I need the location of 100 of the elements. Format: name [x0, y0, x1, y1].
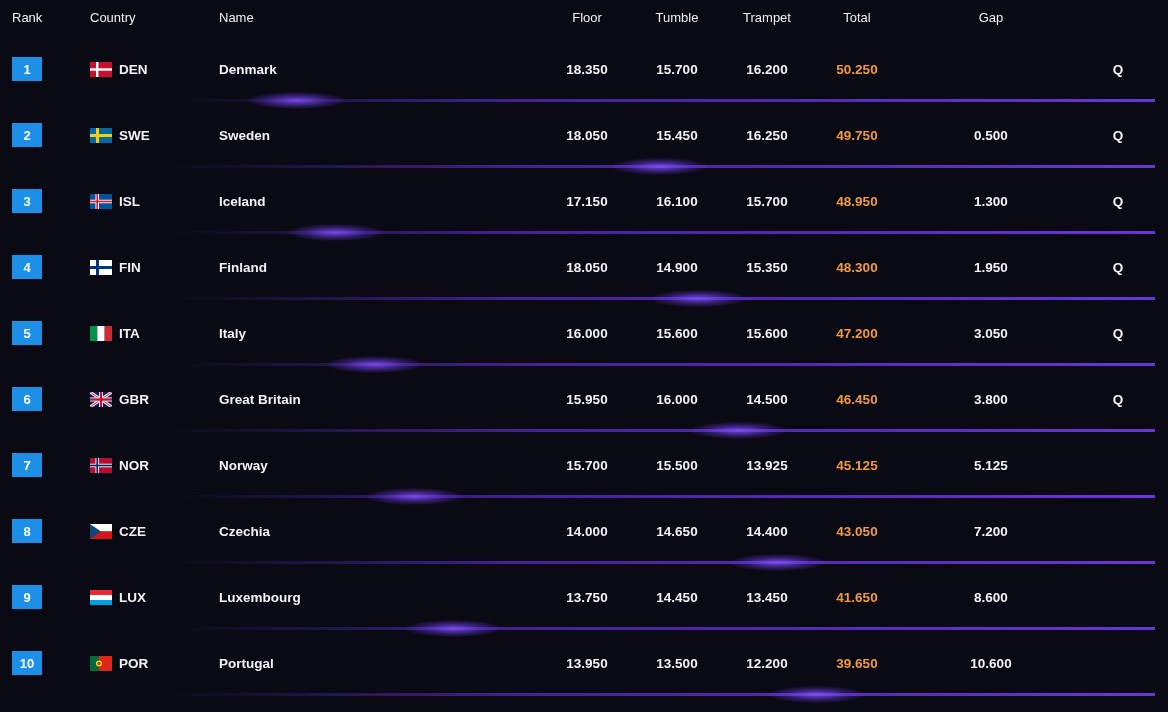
- tumble-score: 14.450: [656, 589, 698, 605]
- tumble-score: 13.500: [656, 655, 698, 671]
- team-name: Great Britain: [219, 391, 302, 407]
- floor-score: 13.750: [566, 589, 608, 605]
- floor-score: 18.350: [566, 61, 608, 77]
- qualified-mark: Q: [1112, 193, 1124, 209]
- gap-value: 3.800: [974, 391, 1008, 407]
- flag-icon: [90, 127, 112, 143]
- total-score: 45.125: [836, 457, 878, 473]
- gap-value: 5.125: [974, 457, 1008, 473]
- qualified-mark: Q: [1112, 127, 1124, 143]
- flag-icon: [90, 193, 112, 209]
- total-score: 41.650: [836, 589, 878, 605]
- country-code: SWE: [119, 127, 150, 143]
- trampet-score: 15.350: [746, 259, 788, 275]
- country-code: ISL: [119, 193, 140, 209]
- country-code: GBR: [119, 391, 149, 407]
- tumble-score: 15.500: [656, 457, 698, 473]
- total-score: 48.950: [836, 193, 878, 209]
- tumble-score: 14.650: [656, 523, 698, 539]
- rank-badge: 3: [12, 189, 42, 213]
- country-code: ITA: [119, 325, 140, 341]
- gap-value: 3.050: [974, 325, 1008, 341]
- trampet-score: 13.450: [746, 589, 788, 605]
- column-header: Country: [90, 9, 136, 25]
- floor-score: 15.950: [566, 391, 608, 407]
- flag-icon: [90, 259, 112, 275]
- column-header: Floor: [572, 9, 602, 25]
- rank-badge: 6: [12, 387, 42, 411]
- trampet-score: 16.200: [746, 61, 788, 77]
- gap-value: 8.600: [974, 589, 1008, 605]
- team-name: Luxembourg: [219, 589, 302, 605]
- trampet-score: 13.925: [746, 457, 788, 473]
- rank-badge: 5: [12, 321, 42, 345]
- floor-score: 14.000: [566, 523, 608, 539]
- rank-badge: 7: [12, 453, 42, 477]
- team-name: Portugal: [219, 655, 275, 671]
- gap-value: 10.600: [970, 655, 1012, 671]
- total-score: 47.200: [836, 325, 878, 341]
- team-name: Sweden: [219, 127, 271, 143]
- floor-score: 16.000: [566, 325, 608, 341]
- column-header: Rank: [12, 9, 43, 25]
- tumble-score: 16.000: [656, 391, 698, 407]
- tumble-score: 15.450: [656, 127, 698, 143]
- trampet-score: 16.250: [746, 127, 788, 143]
- country-code: FIN: [119, 259, 141, 275]
- qualified-mark: Q: [1112, 259, 1124, 275]
- country-code: NOR: [119, 457, 149, 473]
- rank-badge: 1: [12, 57, 42, 81]
- team-name: Czechia: [219, 523, 272, 539]
- trampet-score: 14.400: [746, 523, 788, 539]
- gap-value: 1.300: [974, 193, 1008, 209]
- trampet-score: 12.200: [746, 655, 788, 671]
- flag-icon: [90, 457, 112, 473]
- total-score: 48.300: [836, 259, 878, 275]
- column-header: Trampet: [743, 9, 791, 25]
- team-name: Finland: [219, 259, 268, 275]
- total-score: 50.250: [836, 61, 878, 77]
- country-code: CZE: [119, 523, 146, 539]
- country-code: POR: [119, 655, 149, 671]
- gap-value: 0.500: [974, 127, 1008, 143]
- gap-value: 7.200: [974, 523, 1008, 539]
- column-header: Name: [219, 9, 254, 25]
- rank-badge: 8: [12, 519, 42, 543]
- flag-icon: [90, 61, 112, 77]
- trampet-score: 15.600: [746, 325, 788, 341]
- tumble-score: 16.100: [656, 193, 698, 209]
- column-header: Tumble: [655, 9, 699, 25]
- flag-icon: [90, 523, 112, 539]
- column-header: Gap: [978, 9, 1004, 25]
- flag-icon: [90, 325, 112, 341]
- total-score: 49.750: [836, 127, 878, 143]
- total-score: 43.050: [836, 523, 878, 539]
- trampet-score: 14.500: [746, 391, 788, 407]
- tumble-score: 15.600: [656, 325, 698, 341]
- team-name: Iceland: [219, 193, 267, 209]
- rank-badge: 9: [12, 585, 42, 609]
- flag-icon: [90, 655, 112, 671]
- trampet-score: 15.700: [746, 193, 788, 209]
- team-name: Norway: [219, 457, 269, 473]
- flag-icon: [90, 391, 112, 407]
- tumble-score: 15.700: [656, 61, 698, 77]
- qualified-mark: Q: [1112, 325, 1124, 341]
- qualified-mark: Q: [1112, 391, 1124, 407]
- country-code: DEN: [119, 61, 148, 77]
- column-header: Total: [843, 9, 871, 25]
- team-name: Italy: [219, 325, 247, 341]
- flag-icon: [90, 589, 112, 605]
- floor-score: 17.150: [566, 193, 608, 209]
- tumble-score: 14.900: [656, 259, 698, 275]
- total-score: 39.650: [836, 655, 878, 671]
- rank-badge: 10: [12, 651, 42, 675]
- gap-value: 1.950: [974, 259, 1008, 275]
- rank-badge: 4: [12, 255, 42, 279]
- country-code: LUX: [119, 589, 146, 605]
- floor-score: 18.050: [566, 259, 608, 275]
- floor-score: 18.050: [566, 127, 608, 143]
- total-score: 46.450: [836, 391, 878, 407]
- team-name: Denmark: [219, 61, 278, 77]
- floor-score: 13.950: [566, 655, 608, 671]
